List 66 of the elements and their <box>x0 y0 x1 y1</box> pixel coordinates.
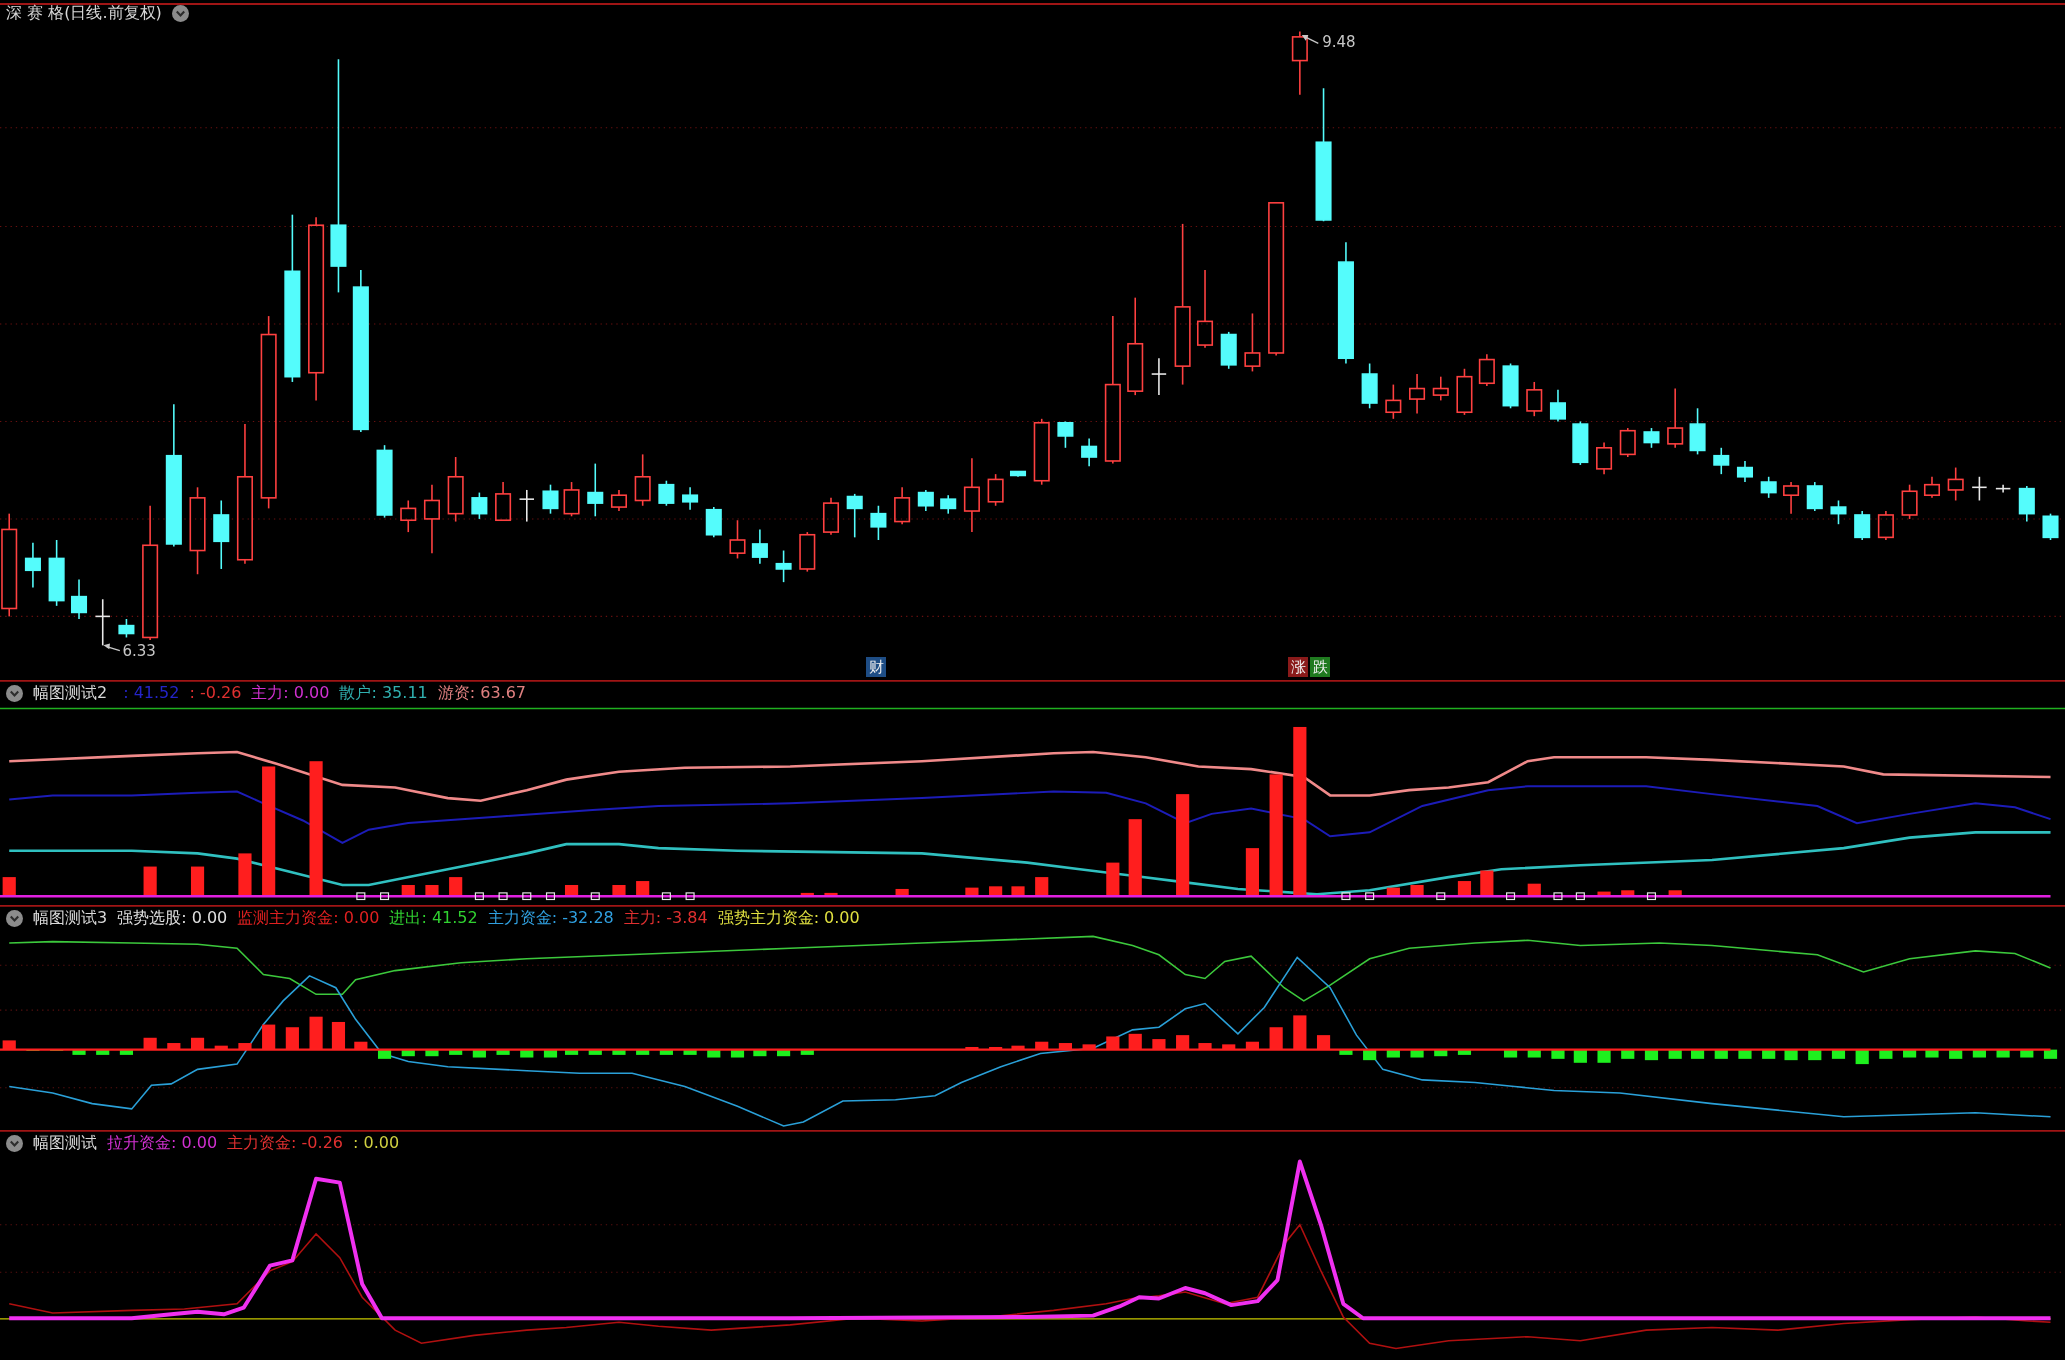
legend-value: 主力资金: -32.28 <box>487 908 614 928</box>
histogram-bar <box>565 885 579 897</box>
chevron-down-icon[interactable] <box>6 684 23 702</box>
square-marker <box>1553 892 1563 901</box>
histogram-bar <box>989 886 1003 897</box>
histogram-bar <box>895 888 909 897</box>
indicator-title: 幅图测试3 <box>33 908 108 928</box>
event-tag[interactable]: 跌 <box>1310 657 1330 677</box>
square-marker <box>356 892 366 901</box>
square-marker <box>380 892 390 901</box>
legend-value: : 0.00 <box>353 1133 400 1153</box>
legend-value: 强势主力资金: 0.00 <box>717 908 860 928</box>
histogram-bar <box>1011 886 1025 897</box>
histogram-bar <box>1668 890 1682 897</box>
histogram-bar <box>824 892 838 897</box>
legend-value: 监测主力资金: 0.00 <box>237 908 380 928</box>
leader-arrow <box>1301 34 1319 45</box>
legend-value: 拉升资金: 0.00 <box>107 1133 218 1153</box>
square-marker <box>1646 892 1656 901</box>
histogram-bar <box>1106 862 1120 897</box>
event-tag[interactable]: 涨 <box>1288 657 1308 677</box>
chevron-down-icon[interactable] <box>171 4 189 22</box>
square-marker <box>1365 892 1375 901</box>
histogram-bar <box>143 866 157 897</box>
legend-value: 主力: 0.00 <box>251 683 330 703</box>
chevron-down-icon[interactable] <box>6 909 23 927</box>
square-marker <box>498 892 508 901</box>
legend-value: : 41.52 <box>123 683 180 703</box>
histogram-bar <box>1480 870 1494 897</box>
square-marker <box>661 892 671 901</box>
histogram-bar <box>1597 891 1611 897</box>
high-price-label: 9.48 <box>1322 33 1356 52</box>
square-marker <box>1436 892 1446 901</box>
legend-value: : -0.26 <box>189 683 242 703</box>
histogram-bar <box>612 885 626 897</box>
histogram-bar <box>1386 887 1400 897</box>
histogram-bar <box>190 866 205 897</box>
square-marker <box>522 892 532 901</box>
square-marker <box>1575 892 1585 901</box>
histogram-bar <box>425 885 439 897</box>
chevron-down-icon[interactable] <box>6 1134 23 1152</box>
square-marker <box>545 892 556 901</box>
histogram-bar <box>401 885 415 897</box>
legend-value: 主力: -3.84 <box>623 908 708 928</box>
histogram-bar <box>1410 885 1424 897</box>
legend-value: 强势选股: 0.00 <box>117 908 228 928</box>
indicator-title: 幅图测试2 <box>33 683 108 703</box>
histogram-bar <box>965 887 979 897</box>
histogram-bar <box>800 892 814 897</box>
indicator-title: 幅图测试 <box>33 1133 97 1153</box>
histogram-bar <box>1621 890 1635 897</box>
histogram-bar <box>1245 848 1259 897</box>
histogram-bar <box>238 853 252 897</box>
square-marker <box>685 892 695 901</box>
square-marker <box>590 892 600 901</box>
low-price-label: 6.33 <box>122 641 156 660</box>
square-marker <box>1506 892 1516 901</box>
square-marker <box>474 892 484 901</box>
leader-arrow <box>103 643 121 652</box>
chart-title: 深 赛 格(日线.前复权) <box>6 3 162 23</box>
square-marker <box>1341 892 1351 901</box>
legend-value: 散户: 35.11 <box>339 683 428 703</box>
legend-value: 进出: 41.52 <box>389 908 478 928</box>
legend-value: 游资: 63.67 <box>437 683 526 703</box>
legend-value: 主力资金: -0.26 <box>227 1133 343 1153</box>
event-tag[interactable]: 财 <box>866 657 886 677</box>
